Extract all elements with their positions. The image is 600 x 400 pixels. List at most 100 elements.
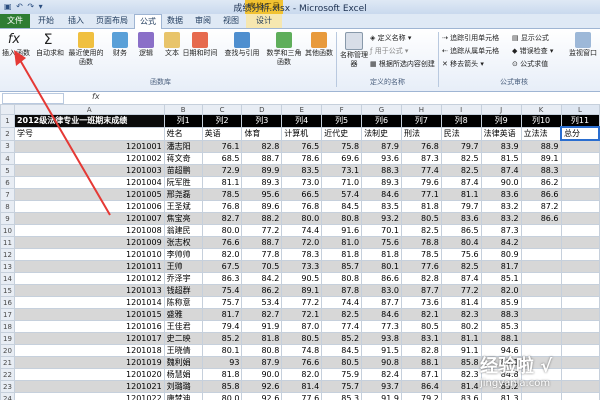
text-button[interactable]: 文本: [160, 32, 184, 58]
name-box[interactable]: [2, 93, 64, 104]
column-header[interactable]: K: [520, 104, 562, 115]
table-cell[interactable]: 潘志阳: [163, 139, 203, 153]
table-cell[interactable]: 钱超群: [163, 284, 203, 297]
table-cell[interactable]: 81.8: [400, 200, 442, 213]
table-cell[interactable]: 88.9: [520, 139, 562, 153]
table-cell[interactable]: 80.5: [321, 356, 363, 369]
table-cell[interactable]: 83.5: [281, 164, 323, 177]
table-cell[interactable]: 92.6: [241, 380, 283, 393]
table-cell[interactable]: 89.1: [520, 152, 562, 165]
table-cell[interactable]: 阮军胜: [163, 176, 203, 189]
table-cell[interactable]: 83.9: [480, 139, 522, 153]
row-header[interactable]: 15: [0, 284, 15, 297]
total-cell[interactable]: [560, 392, 600, 400]
row-header[interactable]: 7: [0, 188, 15, 201]
table-cell[interactable]: 86.6: [361, 272, 402, 285]
table-cell[interactable]: 80.8: [321, 272, 363, 285]
table-cell[interactable]: 78.5: [400, 248, 442, 261]
table-cell[interactable]: 82.4: [361, 368, 402, 381]
autosum-button[interactable]: Σ 自动求和: [36, 32, 64, 58]
table-cell[interactable]: 81.4: [281, 380, 323, 393]
table-cell[interactable]: [520, 260, 562, 273]
show-formulas-button[interactable]: ▤ 显示公式: [512, 33, 549, 43]
table-cell[interactable]: 93.2: [361, 212, 402, 225]
total-cell[interactable]: [560, 272, 600, 285]
table-cell[interactable]: 焦宝亮: [163, 212, 203, 225]
table-cell[interactable]: 80.8: [241, 344, 283, 357]
table-cell[interactable]: [520, 296, 562, 309]
table-cell[interactable]: 86.2: [520, 176, 562, 189]
table-cell[interactable]: 88.3: [361, 164, 402, 177]
table-cell[interactable]: 85.8: [201, 380, 243, 393]
row-header[interactable]: 1: [0, 114, 15, 128]
table-cell[interactable]: 86.6: [520, 212, 562, 225]
table-cell[interactable]: 82.7: [241, 308, 283, 321]
table-cell[interactable]: 1201004: [13, 176, 165, 189]
table-cell[interactable]: 1201010: [13, 248, 165, 261]
total-cell[interactable]: [560, 188, 600, 201]
table-cell[interactable]: 85.7: [321, 260, 363, 273]
subject-cell[interactable]: 近代史: [321, 126, 363, 141]
row-header[interactable]: 13: [0, 260, 15, 273]
subject-cell[interactable]: 姓名: [163, 126, 203, 141]
table-cell[interactable]: 80.2: [440, 320, 482, 333]
table-cell[interactable]: 87.4: [440, 176, 482, 189]
table-cell[interactable]: 86.6: [520, 188, 562, 201]
table-cell[interactable]: 81.1: [440, 188, 482, 201]
table-cell[interactable]: 1201019: [13, 356, 165, 369]
table-cell[interactable]: 1201011: [13, 260, 165, 273]
table-cell[interactable]: 81.8: [241, 332, 283, 345]
row-header[interactable]: 8: [0, 200, 15, 213]
table-cell[interactable]: 79.7: [440, 200, 482, 213]
table-cell[interactable]: 75.6: [361, 236, 402, 249]
table-cell[interactable]: 82.5: [440, 260, 482, 273]
table-cell[interactable]: 81.8: [201, 368, 243, 381]
subject-cell[interactable]: 民法: [440, 126, 482, 141]
table-cell[interactable]: 79.2: [400, 392, 442, 400]
row-header[interactable]: 18: [0, 320, 15, 333]
table-cell[interactable]: 史二映: [163, 332, 203, 345]
table-cell[interactable]: 王圣斌: [163, 200, 203, 213]
column-header[interactable]: G: [361, 104, 402, 115]
table-cell[interactable]: 1201022: [13, 392, 165, 400]
table-cell[interactable]: 70.1: [361, 224, 402, 237]
subject-cell[interactable]: 刑法: [400, 126, 442, 141]
table-cell[interactable]: 73.0: [281, 176, 323, 189]
table-cell[interactable]: 80.9: [480, 248, 522, 261]
table-cell[interactable]: 88.7: [241, 236, 283, 249]
table-cell[interactable]: 91.1: [440, 344, 482, 357]
table-cell[interactable]: 82.5: [440, 164, 482, 177]
table-cell[interactable]: 83.6: [480, 188, 522, 201]
table-cell[interactable]: 83.5: [361, 200, 402, 213]
table-cell[interactable]: 91.9: [361, 392, 402, 400]
table-cell[interactable]: 93.6: [361, 152, 402, 165]
table-cell[interactable]: 乔泽宇: [163, 272, 203, 285]
formula-fx-icon[interactable]: fx: [92, 92, 100, 101]
datetime-button[interactable]: 日期和时间: [182, 32, 218, 58]
row-header[interactable]: 22: [0, 368, 15, 381]
table-cell[interactable]: 81.4: [440, 380, 482, 393]
table-cell[interactable]: 1201018: [13, 344, 165, 357]
table-cell[interactable]: 66.5: [281, 188, 323, 201]
header-cell[interactable]: 列2: [201, 114, 243, 128]
table-cell[interactable]: 82.5: [321, 308, 363, 321]
table-cell[interactable]: 80.0: [201, 224, 243, 237]
table-cell[interactable]: 70.5: [241, 260, 283, 273]
table-cell[interactable]: [520, 332, 562, 345]
table-cell[interactable]: 87.9: [361, 139, 402, 153]
table-cell[interactable]: 77.6: [281, 392, 323, 400]
table-cell[interactable]: 77.4: [400, 164, 442, 177]
table-cell[interactable]: 72.1: [281, 308, 323, 321]
table-cell[interactable]: 57.4: [321, 188, 363, 201]
column-header[interactable]: C: [201, 104, 243, 115]
table-cell[interactable]: 85.1: [480, 272, 522, 285]
table-cell[interactable]: 王帅: [163, 260, 203, 273]
table-cell[interactable]: 89.3: [361, 176, 402, 189]
table-cell[interactable]: 77.8: [241, 248, 283, 261]
table-cell[interactable]: 74.4: [281, 224, 323, 237]
table-cell[interactable]: 80.5: [400, 212, 442, 225]
row-header[interactable]: 16: [0, 296, 15, 309]
table-cell[interactable]: 84.6: [361, 188, 402, 201]
table-cell[interactable]: 81.8: [361, 248, 402, 261]
table-cell[interactable]: 苗超鹏: [163, 164, 203, 177]
